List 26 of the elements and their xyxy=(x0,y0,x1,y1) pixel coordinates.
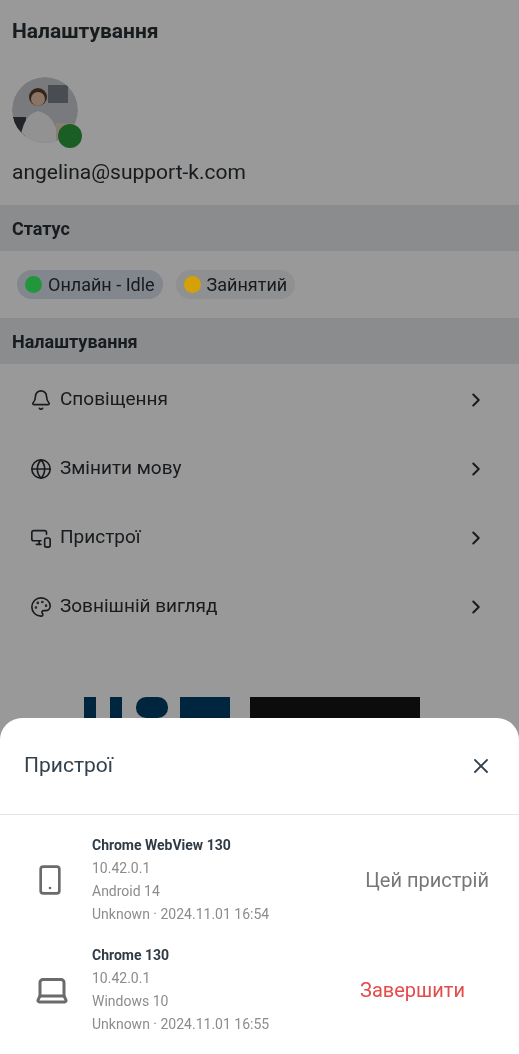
device-os: Android 14 xyxy=(92,882,161,901)
device-name: Chrome WebView 130 xyxy=(92,836,232,855)
device-name: Chrome 130 xyxy=(92,946,171,965)
bell-icon xyxy=(30,388,52,411)
device-last-seen: Unknown · 2024.11.01 16:54 xyxy=(92,905,271,924)
status-chip[interactable]: Онлайн - Idle xyxy=(17,270,163,299)
settings-item[interactable]: Пристрої xyxy=(0,503,519,572)
section-header: Налаштування xyxy=(0,318,519,364)
device-last-seen: Unknown · 2024.11.01 16:55 xyxy=(92,1015,271,1034)
current-device-label: Цей пристрій xyxy=(365,867,489,894)
status-label: Зайнятий xyxy=(206,273,288,297)
page-title: Налаштування xyxy=(11,18,160,45)
device-ip: 10.42.0.1 xyxy=(92,969,152,988)
settings-item[interactable]: Зовнішній вигляд xyxy=(0,572,519,641)
section-header: Статус xyxy=(0,205,519,251)
device-os: Windows 10 xyxy=(92,992,170,1011)
device-ip: 10.42.0.1 xyxy=(92,859,152,878)
globe-icon xyxy=(30,457,52,480)
status-chip[interactable]: Зайнятий xyxy=(175,270,296,299)
settings-item[interactable]: Змінити мову xyxy=(0,434,519,503)
user-email: angelina@support-k.com xyxy=(12,159,247,186)
status-label: Онлайн - Idle xyxy=(48,273,155,297)
terminate-button[interactable]: Завершити xyxy=(360,975,465,1005)
palette-icon xyxy=(30,595,52,618)
settings-item[interactable]: Сповіщення xyxy=(0,365,519,434)
sheet-title: Пристрої xyxy=(24,752,113,780)
